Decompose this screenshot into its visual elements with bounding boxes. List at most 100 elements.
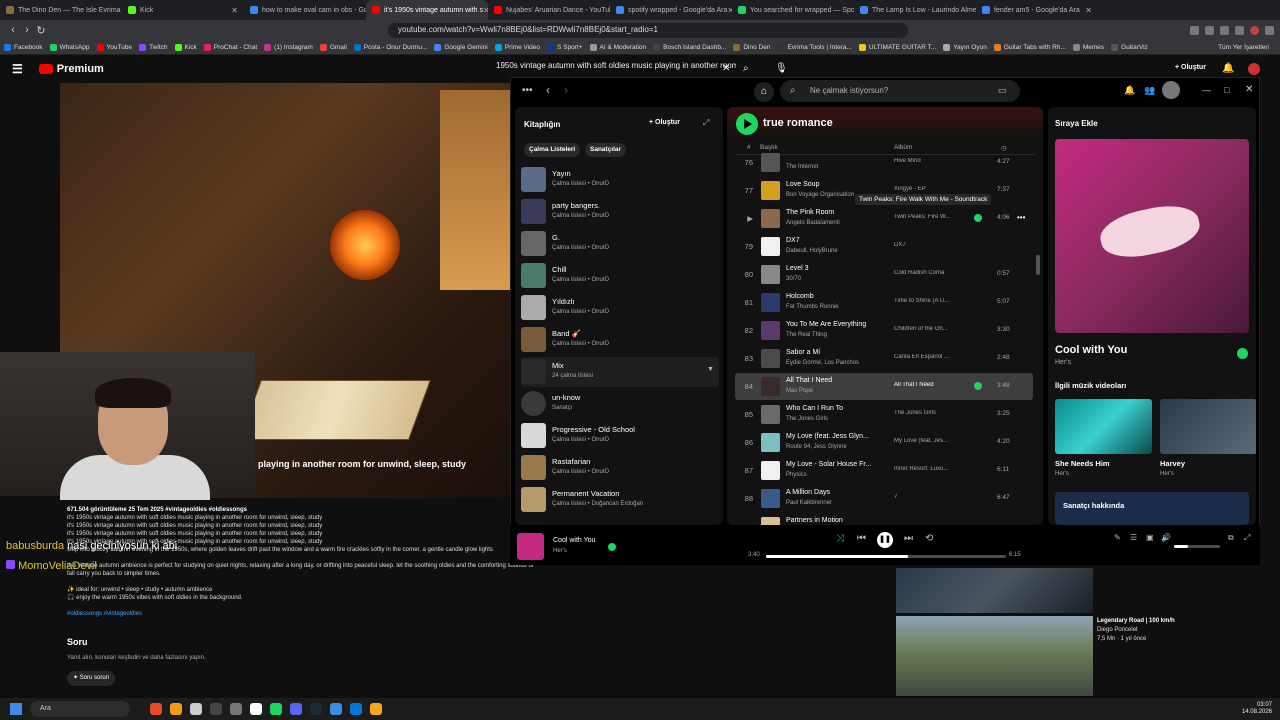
bookmark[interactable]: YouTube: [96, 43, 132, 51]
track-artist[interactable]: Paul Kalkbrenner: [786, 500, 832, 506]
library-item[interactable]: Mix 24 çalma listesi ▼: [521, 357, 719, 387]
track-album[interactable]: DX7: [894, 242, 962, 248]
bookmark[interactable]: GuitarViz: [1111, 43, 1148, 51]
youtube-logo[interactable]: ☰ Premium: [12, 62, 104, 76]
bell-icon[interactable]: 🔔: [1124, 85, 1135, 96]
bookmark[interactable]: ULTIMATE GUITAR T...: [858, 43, 936, 51]
player-title[interactable]: Cool with You: [553, 537, 595, 544]
bookmark[interactable]: Guitar Tabs with Rh...: [993, 43, 1066, 51]
reload-icon[interactable]: ↻: [34, 24, 48, 37]
taskbar-app-icon[interactable]: [330, 703, 342, 715]
related-video-thumbnail[interactable]: [896, 568, 1093, 613]
avatar[interactable]: [1248, 63, 1260, 75]
bookmark[interactable]: Twitch: [139, 43, 168, 51]
fullscreen-icon[interactable]: ⤢: [1244, 533, 1250, 543]
related-video-title[interactable]: She Needs Him: [1055, 459, 1110, 468]
taskbar-app-icon[interactable]: [230, 703, 242, 715]
track-album[interactable]: Xingyé - EP: [894, 186, 962, 192]
taskbar-app-icon[interactable]: [270, 703, 282, 715]
track-artist[interactable]: Max Pope: [786, 388, 813, 394]
miniplayer-icon[interactable]: ⧉: [1228, 533, 1234, 543]
avatar[interactable]: [1162, 81, 1180, 99]
scrollbar[interactable]: [1036, 255, 1040, 275]
library-item[interactable]: Chill Çalma listesi • OnurD: [521, 261, 719, 291]
track-row[interactable]: ▶ The Pink Room Angelo Badalamenti Twin Pea…: [735, 205, 1033, 232]
progress-bar[interactable]: [766, 555, 1006, 558]
bookmark[interactable]: Memes: [1072, 43, 1104, 51]
bookmark[interactable]: Kick: [174, 43, 197, 51]
track-row[interactable]: 85 Who Can I Run To The Jones Girls The Jon…: [735, 401, 1033, 428]
taskbar-app-icon[interactable]: [190, 703, 202, 715]
close-tab-icon[interactable]: ✕: [1085, 6, 1092, 15]
video-description[interactable]: 671.504 görüntüleme 25 Tem 2025 #vintage…: [67, 506, 537, 618]
track-artist[interactable]: Fat Thumbs Ronnie: [786, 304, 839, 310]
track-album[interactable]: Hive Mind: [894, 158, 962, 164]
bookmark[interactable]: AI & Moderation: [589, 43, 646, 51]
queue-icon[interactable]: ☰: [1130, 533, 1137, 542]
track-album[interactable]: My Love (feat. Jes...: [894, 438, 962, 444]
track-title[interactable]: Who Can I Run To: [786, 405, 843, 412]
about-artist[interactable]: Sanatçı hakkında: [1055, 492, 1249, 525]
bookmark[interactable]: ProChat - Chat: [203, 43, 257, 51]
related-video-info[interactable]: Legendary Road | 100 km/h Diego Poncelet…: [1097, 617, 1175, 644]
browser-tab[interactable]: spotify wrapped - Google'da Ara ✕: [610, 0, 732, 20]
extension-icon[interactable]: [1190, 25, 1199, 35]
taskbar-app-icon[interactable]: [310, 703, 322, 715]
browser-tab[interactable]: it's 1950s vintage autumn with s ✕: [366, 0, 488, 20]
bookmark[interactable]: Posta - Onur Durmu...: [353, 43, 427, 51]
library-item[interactable]: Progressive - Old School Çalma listesi • …: [521, 421, 719, 451]
related-video-thumbnail[interactable]: [1160, 399, 1256, 454]
taskbar-app-icon[interactable]: [170, 703, 182, 715]
liked-check-icon[interactable]: [974, 214, 982, 222]
bookmark[interactable]: Bosch Island Dashb...: [653, 43, 726, 51]
track-title[interactable]: Love Soup: [786, 181, 819, 188]
taskbar-app-icon[interactable]: [350, 703, 362, 715]
track-row[interactable]: 82 You To Me Are Everything The Real Thing…: [735, 317, 1033, 344]
windows-start-icon[interactable]: [10, 703, 22, 715]
library-item[interactable]: G. Çalma listesi • OnurD: [521, 229, 719, 259]
address-bar[interactable]: youtube.com/watch?v=Wwli7n8BEj0&list=RDW…: [388, 22, 908, 38]
browser-tab[interactable]: fender am5 - Google'da Ara ✕: [976, 0, 1098, 20]
bell-icon[interactable]: 🔔: [1222, 63, 1234, 74]
track-album[interactable]: Cold Radish Coma: [894, 270, 962, 276]
track-title[interactable]: A Million Days: [786, 489, 830, 496]
track-artist[interactable]: The Internet: [786, 164, 818, 170]
extension-icon[interactable]: [1220, 25, 1229, 35]
bookmark[interactable]: (1) Instagram: [264, 43, 313, 51]
shuffle-icon[interactable]: ⤨: [836, 533, 844, 544]
browser-tab[interactable]: You searched for wrapped — Spotify✕: [732, 0, 854, 20]
back-icon[interactable]: ‹: [546, 83, 550, 97]
minimize-icon[interactable]: —: [1202, 85, 1211, 95]
track-row[interactable]: 76 The Internet Hive Mind 4:27: [735, 149, 1033, 176]
play-playlist-button[interactable]: [736, 113, 758, 135]
track-artist[interactable]: Angelo Badalamenti: [786, 220, 840, 226]
lyrics-icon[interactable]: ✎: [1114, 533, 1121, 542]
browser-tab[interactable]: Nujabes' Aruarian Dance - YouTube✕: [488, 0, 610, 20]
track-artist[interactable]: Route 94, Jess Glynne: [786, 444, 847, 450]
track-artist[interactable]: Eydie Gormé, Los Panchos: [786, 360, 859, 366]
bookmark[interactable]: WhatsApp: [49, 43, 90, 51]
track-artist[interactable]: The Real Thing: [786, 332, 827, 338]
extension-icon[interactable]: [1235, 25, 1244, 35]
track-album[interactable]: The Jones Girls: [894, 410, 962, 416]
track-row[interactable]: 87 My Love - Solar House Fr... Physics Inne…: [735, 457, 1033, 484]
track-album[interactable]: Twin Peaks: Fire W...: [894, 214, 962, 220]
taskbar-app-icon[interactable]: [250, 703, 262, 715]
filter-chip-playlists[interactable]: Çalma Listeleri: [524, 143, 581, 157]
system-clock[interactable]: 03:07 14.08.2026: [1242, 702, 1272, 716]
liked-check-icon[interactable]: [974, 382, 982, 390]
track-album[interactable]: Canta En Español ...: [894, 354, 962, 360]
previous-icon[interactable]: ⏮: [857, 533, 866, 544]
close-icon[interactable]: ✕: [1245, 84, 1253, 95]
ask-button[interactable]: ✦ Soru sorun: [67, 671, 116, 686]
player-artist[interactable]: Her's: [553, 548, 567, 554]
track-title[interactable]: Level 3: [786, 265, 809, 272]
bookmark[interactable]: Yayın Oyun: [943, 43, 987, 51]
track-title[interactable]: DX7: [786, 237, 800, 244]
maximize-icon[interactable]: □: [1224, 85, 1229, 95]
close-tab-icon[interactable]: ✕: [231, 6, 238, 15]
track-title[interactable]: The Pink Room: [786, 209, 834, 216]
liked-check-icon[interactable]: [608, 543, 616, 551]
track-artist[interactable]: Physics: [786, 472, 807, 478]
create-button[interactable]: + Oluştur: [1175, 64, 1206, 71]
